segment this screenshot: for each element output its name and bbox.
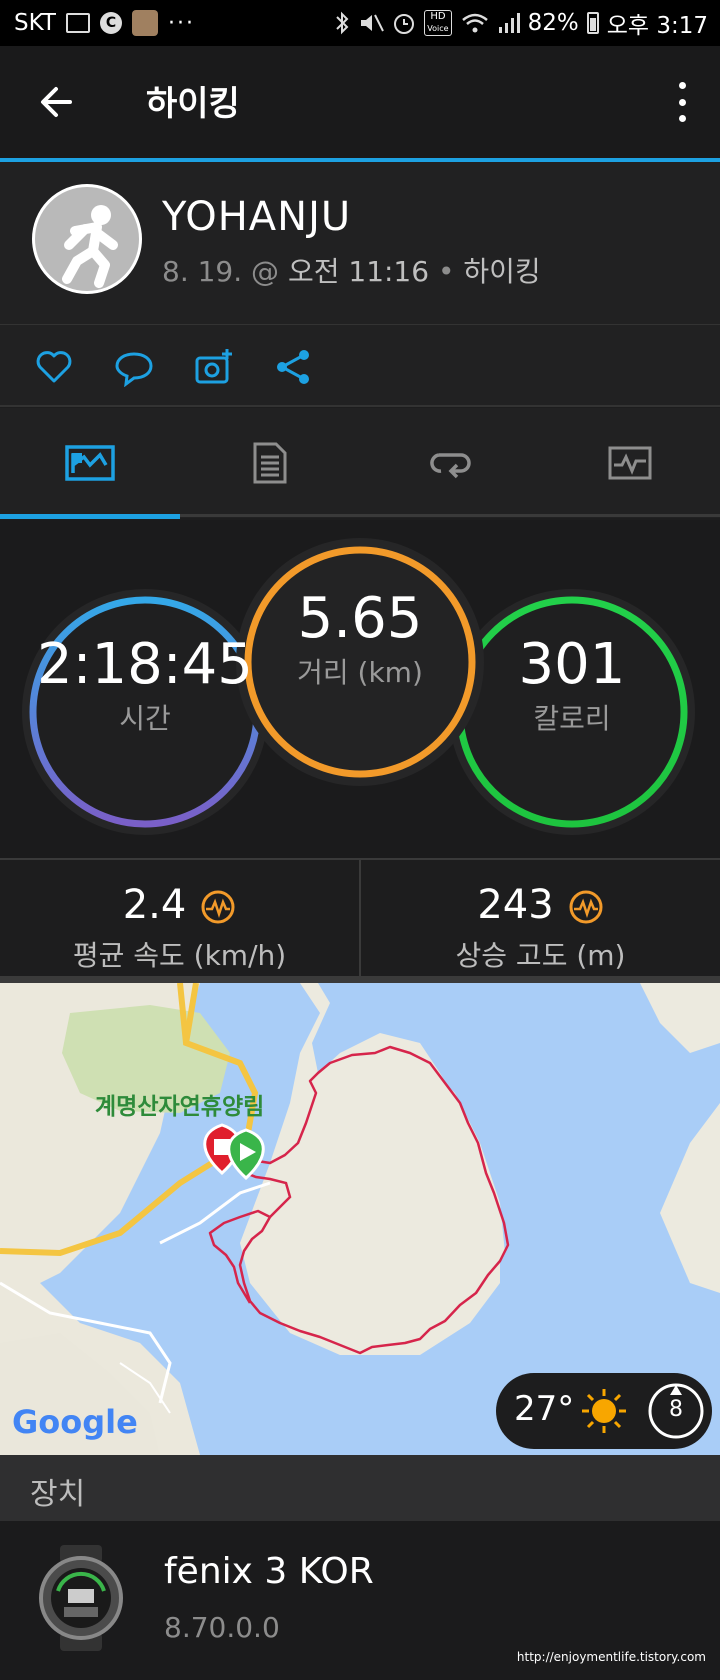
carrier-label: SKT bbox=[14, 10, 56, 36]
details-icon bbox=[253, 442, 287, 484]
battery-percent: 82% bbox=[527, 10, 579, 36]
pulse-icon bbox=[569, 890, 603, 924]
hd-voice-icon: HD Voice bbox=[424, 10, 452, 36]
activity-header: YOHANJU 8. 19. @ 오전 11:16 • 하이킹 bbox=[0, 162, 720, 326]
more-vert-icon[interactable] bbox=[672, 82, 692, 122]
weather-badge[interactable]: 27° 8 bbox=[496, 1373, 712, 1449]
stat-calories: 301 칼로리 bbox=[518, 632, 626, 735]
activity-time: 오전 11:16 bbox=[287, 255, 430, 288]
temperature: 27° bbox=[514, 1389, 575, 1429]
user-name: YOHANJU bbox=[162, 194, 352, 240]
activity-meta: 8. 19. @ 오전 11:16 • 하이킹 bbox=[162, 255, 541, 288]
avg-speed[interactable]: 2.4 평균 속도 (km/h) bbox=[0, 860, 359, 978]
bluetooth-icon bbox=[336, 11, 349, 35]
heart-icon[interactable] bbox=[34, 347, 74, 387]
google-logo: Google bbox=[12, 1403, 138, 1441]
avatar[interactable] bbox=[32, 184, 142, 294]
device-version: 8.70.0.0 bbox=[164, 1611, 280, 1644]
device-item[interactable]: fēnix 3 KOR 8.70.0.0 http://enjoymentlif… bbox=[0, 1521, 720, 1680]
action-row bbox=[0, 325, 720, 407]
overview-icon bbox=[65, 445, 115, 481]
route-map[interactable]: 계명산자연휴양림 Google 27° 8 bbox=[0, 983, 720, 1455]
metrics-row: 2.4 평균 속도 (km/h) 243 상승 고도 (m) bbox=[0, 858, 720, 978]
wifi-icon bbox=[461, 13, 488, 33]
tab-laps[interactable] bbox=[360, 408, 540, 518]
stat-time: 2:18:45 시간 bbox=[37, 632, 253, 735]
device-name: fēnix 3 KOR bbox=[164, 1551, 374, 1592]
stats-panel: 2:18:45 시간 5.65 거리 (km) 301 칼로리 bbox=[0, 520, 720, 860]
status-bar: SKT C ··· HD Voice 82% 오후 3:17 bbox=[0, 0, 720, 46]
app-bar: 하이킹 bbox=[0, 46, 720, 158]
tab-charts[interactable] bbox=[540, 408, 720, 518]
tab-details[interactable] bbox=[180, 408, 360, 518]
app-icon bbox=[131, 10, 158, 36]
device-section-header: 장치 bbox=[0, 1455, 720, 1521]
more-dots-icon: ··· bbox=[167, 10, 195, 36]
pulse-icon bbox=[201, 890, 235, 924]
add-photo-icon[interactable] bbox=[194, 347, 234, 387]
laps-icon bbox=[430, 453, 471, 479]
wind-speed: 8 bbox=[669, 1397, 683, 1422]
activity-type: 하이킹 bbox=[463, 255, 541, 288]
tab-overview[interactable] bbox=[0, 408, 180, 518]
watch-icon bbox=[39, 1545, 123, 1651]
place-label: 계명산자연휴양림 bbox=[95, 1094, 265, 1120]
tab-bar bbox=[0, 408, 720, 518]
map-separator bbox=[0, 976, 720, 983]
elevation-gain[interactable]: 243 상승 고도 (m) bbox=[361, 860, 720, 978]
share-icon[interactable] bbox=[274, 347, 314, 387]
settings-app-icon: C bbox=[99, 12, 122, 34]
battery-icon bbox=[586, 12, 599, 34]
signal-icon bbox=[498, 13, 520, 33]
alarm-icon bbox=[394, 14, 415, 34]
hiker-icon bbox=[62, 205, 118, 288]
watermark: http://enjoymentlife.tistory.com bbox=[516, 1650, 706, 1664]
chart-icon bbox=[608, 446, 652, 480]
page-title: 하이킹 bbox=[146, 84, 240, 124]
mute-icon bbox=[361, 14, 385, 32]
sun-icon bbox=[582, 1389, 626, 1433]
clock: 오후 3:17 bbox=[606, 13, 708, 39]
comment-icon[interactable] bbox=[114, 347, 154, 387]
stat-distance: 5.65 거리 (km) bbox=[297, 586, 423, 689]
arrow-left-icon[interactable] bbox=[36, 82, 76, 122]
tab-active-indicator bbox=[0, 514, 180, 519]
image-icon bbox=[65, 13, 90, 33]
